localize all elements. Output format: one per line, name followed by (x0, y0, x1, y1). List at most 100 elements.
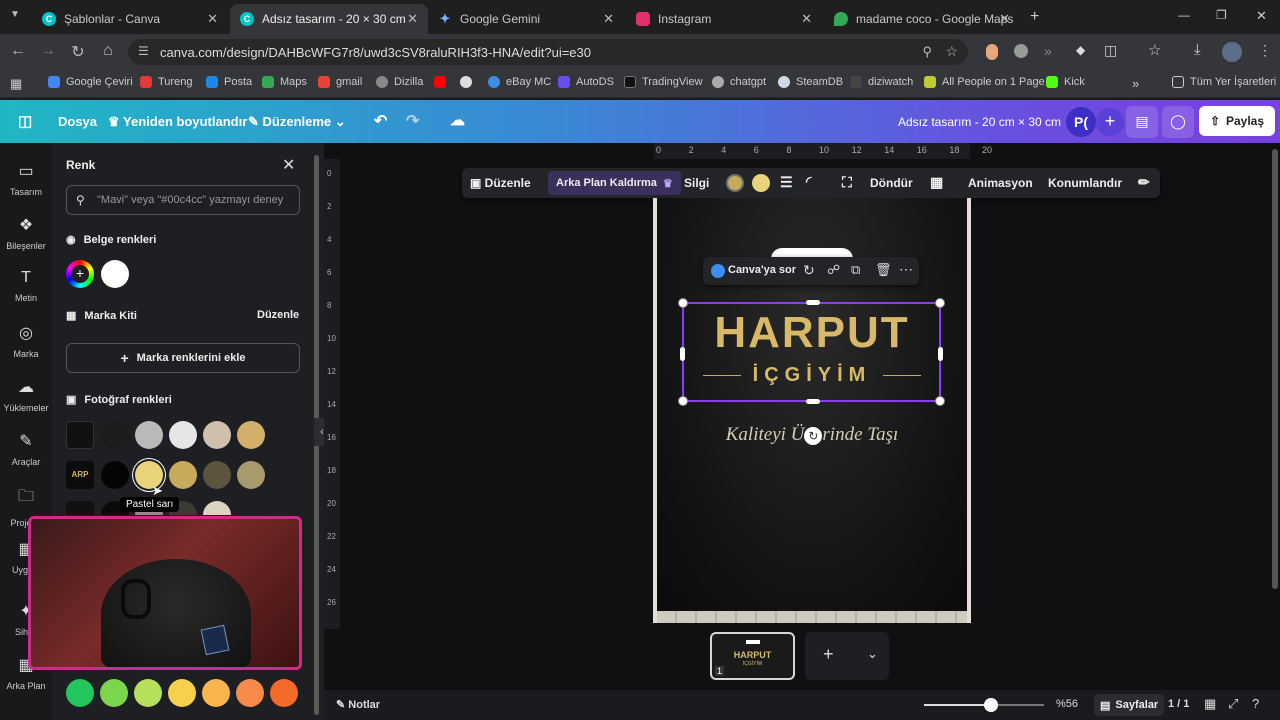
color-swatch[interactable] (101, 461, 129, 489)
resize-button[interactable]: ♛ Yeniden boyutlandır (108, 114, 247, 130)
tab-google-maps[interactable]: madame coco - Google Maps ✕ (824, 4, 1020, 34)
comments-button[interactable]: ◯ (1162, 106, 1194, 138)
zoom-slider-thumb[interactable] (984, 698, 999, 712)
tab-search-button[interactable]: ▼ (10, 9, 26, 25)
bookmark-maps[interactable]: Maps (262, 76, 307, 88)
url-input[interactable]: ☰ canva.com/design/DAHBcWFG7r8/uwd3cSV8r… (128, 39, 968, 65)
share-button[interactable]: ⇧ Paylaş (1199, 106, 1275, 136)
more-bookmarks-icon[interactable]: » (1132, 76, 1139, 91)
eraser-button[interactable]: Silgi (684, 176, 709, 190)
zoom-slider[interactable] (924, 698, 1044, 712)
zoom-icon[interactable]: ⚲ (922, 44, 932, 60)
bg-remove-button[interactable]: Arka Plan Kaldırma ♛ (548, 171, 681, 195)
color-swatch[interactable] (202, 679, 230, 707)
color-swatch[interactable] (169, 421, 197, 449)
bookmark-dizilla[interactable]: Dizilla (376, 76, 423, 88)
bookmark-tradingview[interactable]: TradingView (624, 76, 703, 88)
bookmark-posta[interactable]: Posta (206, 76, 252, 88)
new-tab-button[interactable]: + (1030, 8, 1039, 26)
tab-adsiz-tasarim[interactable]: C Adsız tasarım - 20 × 30 cm ✕ (230, 4, 428, 34)
edit-mode-dropdown[interactable]: ✎ Düzenleme ⌄ (248, 114, 346, 130)
crop-icon[interactable]: ⛶ (842, 174, 852, 191)
pages-button[interactable]: ▤ Sayfalar (1094, 694, 1165, 716)
color-search-input[interactable]: ⚲ "Mavi" veya "#00c4cc" yazmayı deney (66, 185, 300, 215)
close-panel-icon[interactable]: ✕ (282, 155, 295, 175)
tab-instagram[interactable]: Instagram ✕ (626, 4, 822, 34)
menu-toggle-icon[interactable]: ◫ (18, 112, 32, 130)
bookmark-diziwatch[interactable]: diziwatch (850, 76, 913, 88)
border-style-icon[interactable]: ☰ (780, 174, 793, 191)
back-icon[interactable]: ← (8, 42, 28, 60)
redo-icon[interactable]: ↷ (406, 111, 419, 131)
color-swatch[interactable] (100, 679, 128, 707)
rotate-handle[interactable]: ↻ (804, 426, 823, 445)
bookmark-steamdb[interactable]: SteamDB (778, 76, 843, 88)
resize-handle[interactable] (806, 300, 820, 305)
color-swatch[interactable] (168, 679, 196, 707)
selection-box[interactable] (678, 298, 945, 406)
maximize-button[interactable]: ❐ (1216, 8, 1227, 22)
bookmarks-icon[interactable]: ☆ (1148, 41, 1161, 59)
bookmark-chatgpt[interactable]: chatgpt (712, 76, 766, 88)
design-title[interactable]: Adsız tasarım - 20 cm × 30 cm (898, 115, 1061, 129)
rail-elements[interactable]: ❖ Bileşenler (0, 215, 52, 251)
page-thumbnail[interactable]: HARPUT İÇGİYİM 1 (710, 632, 795, 680)
download-icon[interactable]: ⤓ (1194, 41, 1201, 58)
resize-handle[interactable] (935, 298, 945, 308)
color-swatch[interactable] (66, 679, 94, 707)
grid-view-icon[interactable]: ▦ (1204, 696, 1216, 712)
edit-image-button[interactable]: ▣ Düzenle (470, 176, 531, 190)
regenerate-icon[interactable]: ↻ (803, 262, 815, 279)
color-swatch[interactable] (203, 501, 231, 515)
bookmark-ebay-mc[interactable]: eBay MC (488, 76, 551, 88)
zoom-value[interactable]: %56 (1056, 698, 1078, 710)
position-button[interactable]: Konumlandır (1048, 176, 1122, 190)
add-collaborator-icon[interactable]: + (1096, 108, 1124, 136)
extension-icon[interactable] (986, 44, 998, 60)
extension-icon[interactable] (1014, 44, 1028, 58)
delete-icon[interactable]: 🗑 (875, 262, 892, 278)
lock-icon[interactable]: ☍ (827, 262, 840, 278)
site-info-icon[interactable]: ☰ (138, 44, 149, 58)
bookmark-tureng[interactable]: Tureng (140, 76, 192, 88)
more-icon[interactable]: ⋯ (899, 261, 913, 278)
chevron-down-icon[interactable]: ⌄ (867, 646, 878, 662)
bookmark-circle-icon[interactable] (460, 76, 478, 88)
close-icon[interactable]: ✕ (207, 11, 218, 27)
color-swatch-gold[interactable] (726, 174, 744, 192)
slogan-text[interactable]: Kaliteyi Ü ↻ rinde Taşı (687, 424, 937, 446)
corner-rounding-icon[interactable]: ◜ (806, 173, 811, 190)
color-swatch[interactable] (237, 421, 265, 449)
file-menu[interactable]: Dosya (58, 114, 97, 129)
undo-icon[interactable]: ↶ (374, 111, 387, 131)
youtube-icon[interactable] (434, 76, 452, 88)
color-swatch[interactable] (203, 461, 231, 489)
bookmark-autods[interactable]: AutoDS (558, 76, 614, 88)
doc-color-white[interactable] (101, 260, 129, 288)
ask-canva-button[interactable]: Canva'ya sor (728, 264, 796, 276)
resize-handle[interactable] (680, 347, 685, 361)
user-avatar[interactable]: P( (1066, 107, 1096, 137)
color-swatch-pastel[interactable] (752, 174, 770, 192)
color-swatch[interactable] (135, 421, 163, 449)
color-swatch[interactable] (203, 421, 231, 449)
transparency-icon[interactable]: ▦ (930, 174, 943, 191)
bookmark-gmail[interactable]: gmail (318, 76, 362, 88)
rail-brand[interactable]: ◎ Marka (0, 323, 52, 359)
color-swatch[interactable] (169, 461, 197, 489)
resize-handle[interactable] (678, 396, 688, 406)
forward-icon[interactable]: → (38, 42, 58, 60)
resize-handle[interactable] (806, 399, 820, 404)
duplicate-icon[interactable]: ⧉ (851, 262, 860, 278)
color-swatch[interactable] (101, 421, 129, 449)
resize-handle[interactable] (938, 347, 943, 361)
color-swatch[interactable] (270, 679, 298, 707)
rail-design[interactable]: ▭ Tasarım (0, 161, 52, 197)
extension-icon[interactable]: » (1044, 43, 1052, 59)
rail-text[interactable]: T Metin (0, 269, 52, 303)
add-color-button[interactable]: + (66, 260, 94, 288)
paint-format-icon[interactable]: ✏ (1138, 174, 1150, 191)
brand-kit-edit-link[interactable]: Düzenle (257, 309, 299, 321)
workspace-scrollbar[interactable] (1272, 149, 1278, 589)
tab-sablonlar[interactable]: C Şablonlar - Canva ✕ (32, 4, 228, 34)
